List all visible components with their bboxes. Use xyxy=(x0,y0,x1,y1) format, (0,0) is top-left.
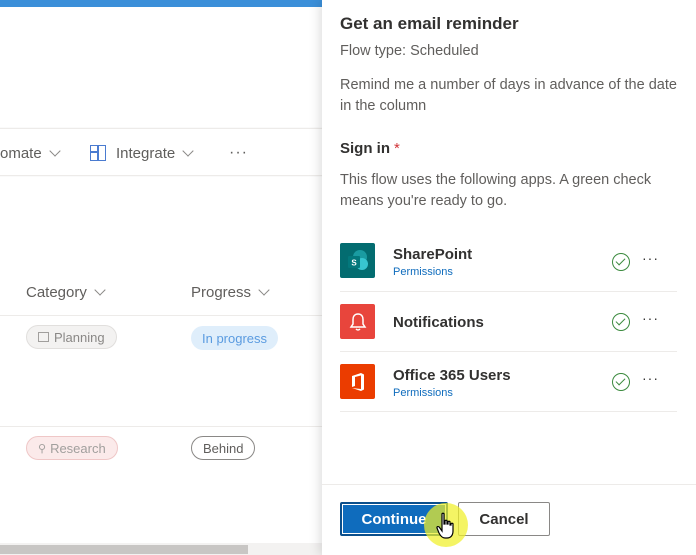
app-row-notifications: Notifications ··· xyxy=(340,292,677,352)
column-header-progress[interactable]: Progress xyxy=(191,284,270,301)
sign-in-label: Sign in xyxy=(340,140,390,157)
column-header-label: Progress xyxy=(191,284,252,301)
footer-divider xyxy=(322,484,696,485)
cancel-button[interactable]: Cancel xyxy=(458,502,550,536)
category-pill-planning[interactable]: Planning xyxy=(26,325,117,349)
progress-pill-behind[interactable]: Behind xyxy=(191,436,256,460)
horizontal-scrollbar[interactable] xyxy=(0,543,322,555)
progress-pill-in-progress[interactable]: In progress xyxy=(191,326,279,350)
column-header-label: Category xyxy=(26,284,87,301)
app-more-button[interactable]: ··· xyxy=(642,250,659,266)
person-icon: ⚲ xyxy=(38,442,47,455)
sign-in-heading: Sign in * xyxy=(340,140,400,157)
permissions-link[interactable]: Permissions xyxy=(393,387,453,399)
office365-icon xyxy=(340,364,375,399)
app-row-office-365-users: Office 365 Users Permissions ··· xyxy=(340,352,677,412)
green-check-icon xyxy=(612,253,630,271)
category-label: Research xyxy=(50,440,106,456)
automate-label: omate xyxy=(0,144,42,162)
app-name: Office 365 Users xyxy=(393,367,511,384)
background-list-page: omate Integrate ··· Category Progress Pl… xyxy=(0,0,322,555)
permissions-link[interactable]: Permissions xyxy=(393,266,453,278)
more-commands-button[interactable]: ··· xyxy=(229,129,248,177)
list-view xyxy=(0,177,322,555)
apps-description: This flow uses the following apps. A gre… xyxy=(340,172,652,209)
row-divider xyxy=(0,426,322,427)
notifications-bell-icon xyxy=(340,304,375,339)
integrate-menu[interactable]: Integrate xyxy=(90,129,194,177)
green-check-icon xyxy=(612,373,630,391)
flow-type: Flow type: Scheduled xyxy=(340,43,479,59)
automate-menu[interactable]: omate xyxy=(0,129,61,177)
panel-title: Get an email reminder xyxy=(340,14,519,33)
required-marker: * xyxy=(394,140,400,157)
progress-label: Behind xyxy=(203,440,244,456)
chevron-down-icon xyxy=(49,144,61,157)
category-label: Planning xyxy=(54,329,105,345)
suite-header-bar xyxy=(0,0,322,7)
sharepoint-icon: S xyxy=(340,243,375,278)
chevron-down-icon xyxy=(258,284,270,296)
scrollbar-thumb[interactable] xyxy=(0,545,248,554)
chevron-down-icon xyxy=(94,284,106,296)
green-check-icon xyxy=(612,313,630,331)
flow-setup-panel: Get an email reminder Flow type: Schedul… xyxy=(322,0,696,555)
hand-cursor-icon xyxy=(436,512,454,539)
app-row-sharepoint: S SharePoint Permissions ··· xyxy=(340,232,677,292)
column-header-category[interactable]: Category xyxy=(26,284,106,301)
integrate-label: Integrate xyxy=(116,144,176,162)
integrate-icon xyxy=(90,145,106,161)
svg-text:S: S xyxy=(351,258,357,267)
calendar-icon xyxy=(38,332,49,342)
list-header-area xyxy=(0,7,322,127)
command-bar: omate Integrate ··· xyxy=(0,128,322,176)
flow-description: Remind me a number of days in advance of… xyxy=(340,77,677,114)
row-divider xyxy=(0,315,322,316)
app-more-button[interactable]: ··· xyxy=(642,370,659,386)
app-name: SharePoint xyxy=(393,246,473,263)
progress-label: In progress xyxy=(202,330,268,346)
chevron-down-icon xyxy=(182,144,194,157)
category-pill-research[interactable]: ⚲ Research xyxy=(26,436,118,460)
app-more-button[interactable]: ··· xyxy=(642,310,659,326)
app-name: Notifications xyxy=(393,314,484,331)
